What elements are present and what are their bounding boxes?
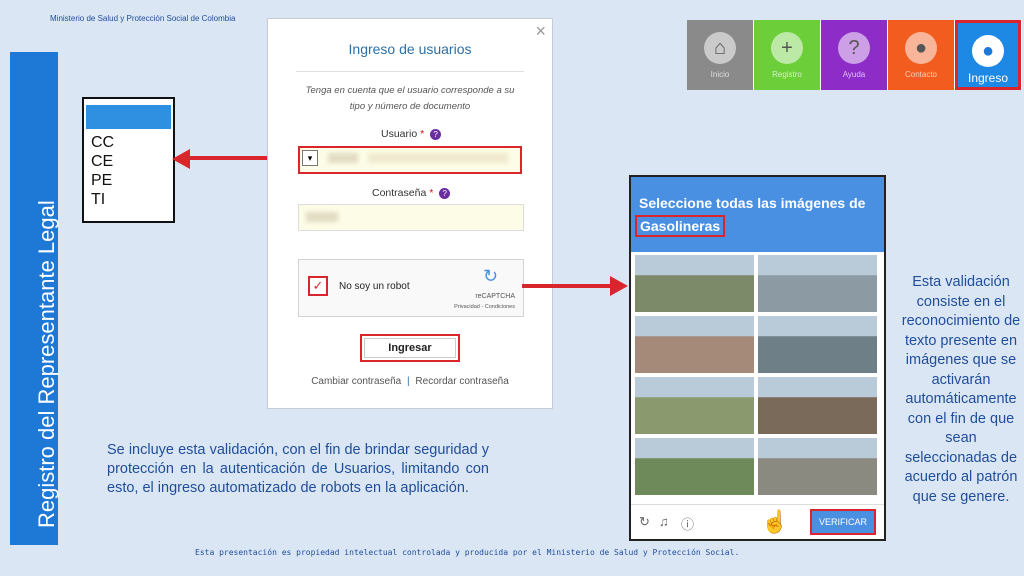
required-mark: * [420, 128, 425, 140]
arrow-to-captcha [522, 276, 628, 296]
home-icon: ⌂ [704, 32, 736, 64]
captcha-image-tile[interactable] [635, 377, 754, 434]
user-label-text: Usuario [381, 128, 418, 140]
user-icon: ● [972, 35, 1004, 67]
doc-option-pe[interactable]: PE [84, 171, 173, 190]
change-password-link[interactable]: Cambiar contraseña [311, 376, 401, 387]
captcha-instruction: Seleccione todas las imágenes de [639, 195, 866, 211]
nav-label: Ayuda [842, 70, 866, 79]
audio-icon[interactable]: ♫ [659, 514, 669, 529]
captcha-header: Seleccione todas las imágenes de Gasolin… [631, 177, 884, 252]
captcha-image-tile[interactable] [635, 316, 754, 373]
user-label: Usuario * ? [381, 128, 442, 140]
info-icon[interactable]: ⓘ [681, 514, 694, 533]
help-icon[interactable]: ? [430, 129, 442, 140]
login-submit-button[interactable]: Ingresar [360, 334, 460, 362]
recaptcha-logo-icon: ↻ [483, 266, 499, 286]
captcha-image-tile[interactable] [758, 438, 877, 495]
password-value-blur [306, 212, 338, 222]
doc-option-cc[interactable]: CC [84, 133, 173, 152]
plus-icon: + [771, 32, 803, 64]
document-type-highlight [86, 105, 171, 129]
login-title: Ingreso de usuarios [348, 41, 472, 57]
password-label: Contraseña * ? [372, 187, 451, 199]
nav-tile-inicio[interactable]: ⌂ Inicio [687, 20, 753, 90]
recover-password-link[interactable]: Recordar contraseña [415, 376, 508, 387]
divider [296, 71, 524, 72]
footer-notice: Esta presentación es propiedad intelectu… [195, 548, 740, 557]
right-description: Esta validación consiste en el reconocim… [901, 274, 1021, 505]
login-links: Cambiar contraseña | Recordar contraseña [268, 376, 552, 387]
nav-label: Ingreso [967, 71, 1009, 85]
link-separator: | [407, 376, 410, 387]
nav-label: Registro [772, 70, 802, 79]
nav-label: Contacto [904, 70, 938, 79]
image-captcha-example: Seleccione todas las imágenes de Gasolin… [629, 175, 886, 541]
captcha-image-tile[interactable] [635, 438, 754, 495]
captcha-image-tile[interactable] [758, 255, 877, 312]
question-icon: ? [838, 32, 870, 64]
nav-tile-ayuda[interactable]: ? Ayuda [821, 20, 887, 90]
password-label-text: Contraseña [372, 187, 427, 199]
hand-pointer-icon: ☝ [761, 509, 789, 534]
recaptcha-brand: reCAPTCHA [475, 293, 515, 300]
user-field-fill [368, 153, 508, 163]
nav-label: Inicio [710, 70, 730, 79]
captcha-image-tile[interactable] [758, 377, 877, 434]
recaptcha-checkbox[interactable]: ✓ [308, 276, 328, 296]
captcha-image-tile[interactable] [758, 316, 877, 373]
required-mark: * [429, 187, 434, 199]
reload-icon[interactable]: ↻ [639, 514, 650, 530]
recaptcha-box: ✓ No soy un robot ↻ reCAPTCHA Privacidad… [298, 259, 524, 317]
captcha-footer: ↻ ♫ ⓘ ☝ VERIFICAR [631, 504, 884, 539]
close-icon[interactable]: × [535, 21, 546, 42]
user-value-blur [328, 153, 358, 163]
nav-tile-contacto[interactable]: ● Contacto [888, 20, 954, 90]
sidebar-title-band: Registro del Representante Legal [10, 52, 59, 545]
help-icon[interactable]: ? [439, 188, 451, 199]
login-note: Tenga en cuenta que el usuario correspon… [305, 85, 515, 112]
doc-option-ti[interactable]: TI [84, 190, 173, 209]
location-pin-icon: ● [905, 32, 937, 64]
recaptcha-label: No soy un robot [339, 281, 410, 292]
nav-tile-registro[interactable]: + Registro [754, 20, 820, 90]
captcha-image-tile[interactable] [635, 255, 754, 312]
top-nav-bar: ⌂ Inicio + Registro? Ayuda ● Contacto ● Ingreso [687, 20, 1022, 90]
recaptcha-terms[interactable]: Privacidad - Condiciones [454, 304, 515, 310]
document-type-list[interactable]: CC CE PE TI [82, 97, 175, 223]
doc-option-ce[interactable]: CE [84, 152, 173, 171]
captcha-target: Gasolineras [635, 215, 726, 237]
verify-button[interactable]: VERIFICAR [810, 509, 876, 535]
left-description: Se incluye esta validación, con el fin d… [107, 442, 489, 496]
doc-type-select[interactable]: ▾ [302, 150, 318, 166]
slide-title: Registro del Representante Legal [34, 200, 59, 528]
nav-tile-ingreso[interactable]: ● Ingreso [955, 20, 1021, 90]
ministry-header: Ministerio de Salud y Protección Social … [50, 14, 236, 23]
login-panel: × Ingreso de usuarios Tenga en cuenta qu… [267, 18, 553, 409]
